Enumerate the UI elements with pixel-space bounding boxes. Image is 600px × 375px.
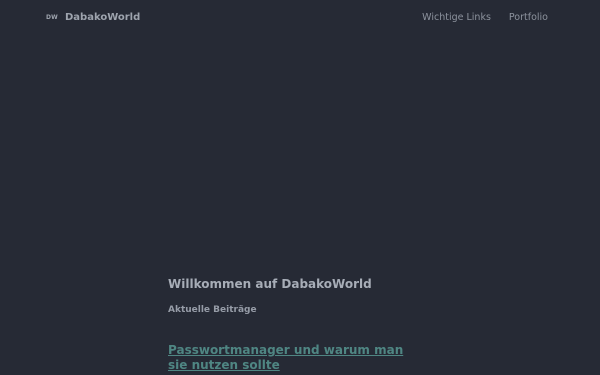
post-meta-cutoff [168,371,378,375]
main-nav: Wichtige Links Portfolio [422,12,548,23]
site-logo[interactable]: DW [46,14,58,21]
nav-link-wichtige-links[interactable]: Wichtige Links [422,12,491,23]
main-content: Willkommen auf DabakoWorld Aktuelle Beit… [168,276,438,372]
site-header: DW DabakoWorld Wichtige Links Portfolio [0,0,600,36]
nav-link-portfolio[interactable]: Portfolio [509,12,548,23]
site-name-link[interactable]: DabakoWorld [65,12,140,23]
page: DW DabakoWorld Wichtige Links Portfolio … [0,0,600,375]
post-title-link[interactable]: Passwortmanager und warum man sie nutzen… [168,343,423,372]
page-title: Willkommen auf DabakoWorld [168,277,372,291]
recent-posts-heading: Aktuelle Beiträge [168,305,257,315]
